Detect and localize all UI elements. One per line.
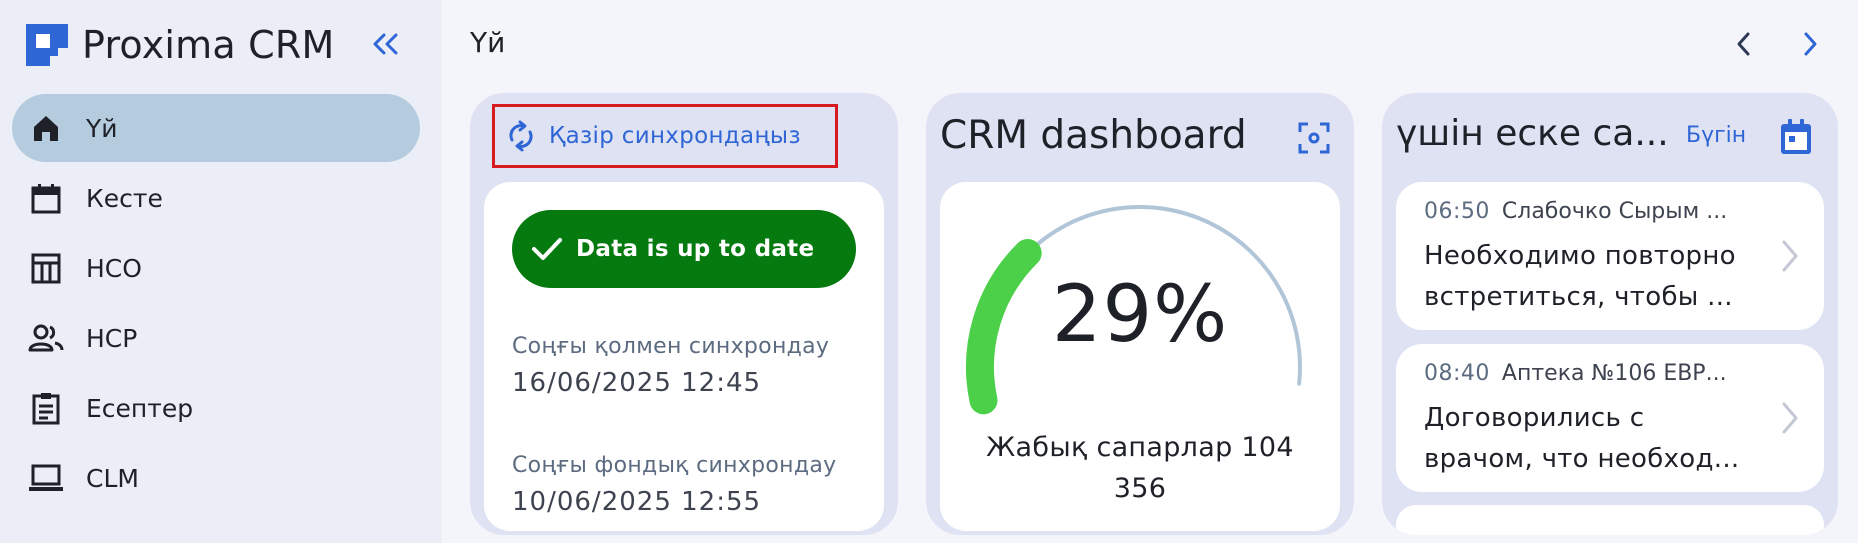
reminder-subject: Аптека №106 ЕВР... <box>1501 361 1727 386</box>
focus-icon <box>1298 122 1330 154</box>
closed-visits-caption: Жабық сапарлар 104 356 <box>986 432 1294 504</box>
last-background-sync-label: Соңғы фондық синхрондау <box>512 453 837 478</box>
page-title: Үй <box>470 26 506 59</box>
sidebar-item-reports[interactable]: Есептер <box>12 374 420 442</box>
sidebar: Proxima CRM Үй Кесте HCO HCP Есептер CLM <box>0 0 442 543</box>
sidebar-item-label: Кесте <box>86 183 163 213</box>
sidebar-item-hcp[interactable]: HCP <box>12 304 420 372</box>
sidebar-item-clm[interactable]: CLM <box>12 444 420 512</box>
reminder-text-line: Договорились с <box>1424 403 1645 433</box>
gauge-value: 29% <box>1051 270 1229 360</box>
sidebar-item-label: Есептер <box>86 393 194 423</box>
collapse-sidebar-button[interactable] <box>368 26 404 62</box>
sidebar-item-hco[interactable]: HCO <box>12 234 420 302</box>
last-background-sync-value: 10/06/2025 12:55 <box>512 487 762 517</box>
reminder-time: 08:40 <box>1424 361 1490 386</box>
building-icon <box>28 250 64 286</box>
sidebar-item-label: HCO <box>86 253 142 283</box>
sync-card: Қазір синхрондаңыз Data is up to date Со… <box>470 93 898 535</box>
brand: Proxima CRM <box>26 22 334 68</box>
sidebar-item-label: HCP <box>86 323 138 353</box>
double-chevron-left-icon <box>373 33 398 55</box>
reminder-subject: Слабочко Сырым ... <box>1501 199 1728 224</box>
people-icon <box>28 320 64 356</box>
today-link[interactable]: Бүгін <box>1686 123 1746 148</box>
calendar-icon <box>1781 119 1811 154</box>
sync-status-text: Data is up to date <box>576 236 815 262</box>
app-title: Proxima CRM <box>82 23 335 67</box>
reminder-item[interactable]: 06:50 Слабочко Сырым ... Необходимо повто… <box>1396 182 1824 330</box>
chevron-left-icon <box>1737 32 1750 56</box>
sync-now-button[interactable]: Қазір синхрондаңыз <box>492 104 838 168</box>
sync-status-badge: Data is up to date <box>512 210 856 288</box>
focus-button[interactable] <box>1294 118 1334 158</box>
reminders-card: үшін еске са... Бүгін 06:50 Слабочко Сыры… <box>1382 93 1838 535</box>
proxima-logo-icon <box>26 24 68 66</box>
check-icon <box>532 238 562 260</box>
dashboard-panel: 29% Жабық сапарлар 104 356 <box>940 182 1340 531</box>
chevron-right-icon <box>1804 32 1817 56</box>
sidebar-item-home[interactable]: Үй <box>12 94 420 162</box>
last-manual-sync-label: Соңғы қолмен синхрондау <box>512 334 830 359</box>
reminder-text-line: Необходимо повторно <box>1424 241 1736 271</box>
calendar-button[interactable] <box>1776 115 1816 159</box>
main-content: Үй Қазір синхрондаңыз Data is up to date… <box>442 0 1858 543</box>
dashboard-title: CRM dashboard <box>940 113 1247 158</box>
calendar-icon <box>28 180 64 216</box>
last-manual-sync-value: 16/06/2025 12:45 <box>512 368 762 398</box>
reminder-text-line: встретиться, чтобы ... <box>1424 282 1733 312</box>
crm-dashboard-card: CRM dashboard 29% Жабық сапарлар 104 356 <box>926 93 1354 535</box>
sidebar-item-label: Үй <box>86 113 118 143</box>
home-icon <box>28 110 64 146</box>
sidebar-nav: Үй Кесте HCO HCP Есептер CLM <box>12 94 420 514</box>
clipboard-icon <box>28 390 64 426</box>
reminder-time: 06:50 <box>1424 199 1490 224</box>
sync-status-panel: Data is up to date Соңғы қолмен синхронд… <box>484 182 884 531</box>
laptop-icon <box>28 460 64 496</box>
reminder-text-line: врачом, что необход... <box>1424 444 1740 474</box>
sync-icon <box>509 120 533 152</box>
reminders-title: үшін еске са... <box>1396 113 1669 154</box>
chevron-right-icon <box>1772 234 1808 278</box>
chevron-right-icon <box>1772 396 1808 440</box>
sidebar-item-schedule[interactable]: Кесте <box>12 164 420 232</box>
previous-button[interactable] <box>1726 26 1762 62</box>
sync-now-label: Қазір синхрондаңыз <box>549 123 801 149</box>
sidebar-item-label: CLM <box>86 463 139 493</box>
reminder-item-peek <box>1396 505 1824 535</box>
reminder-item[interactable]: 08:40 Аптека №106 ЕВР... Договорились с в… <box>1396 344 1824 492</box>
next-button[interactable] <box>1792 26 1828 62</box>
